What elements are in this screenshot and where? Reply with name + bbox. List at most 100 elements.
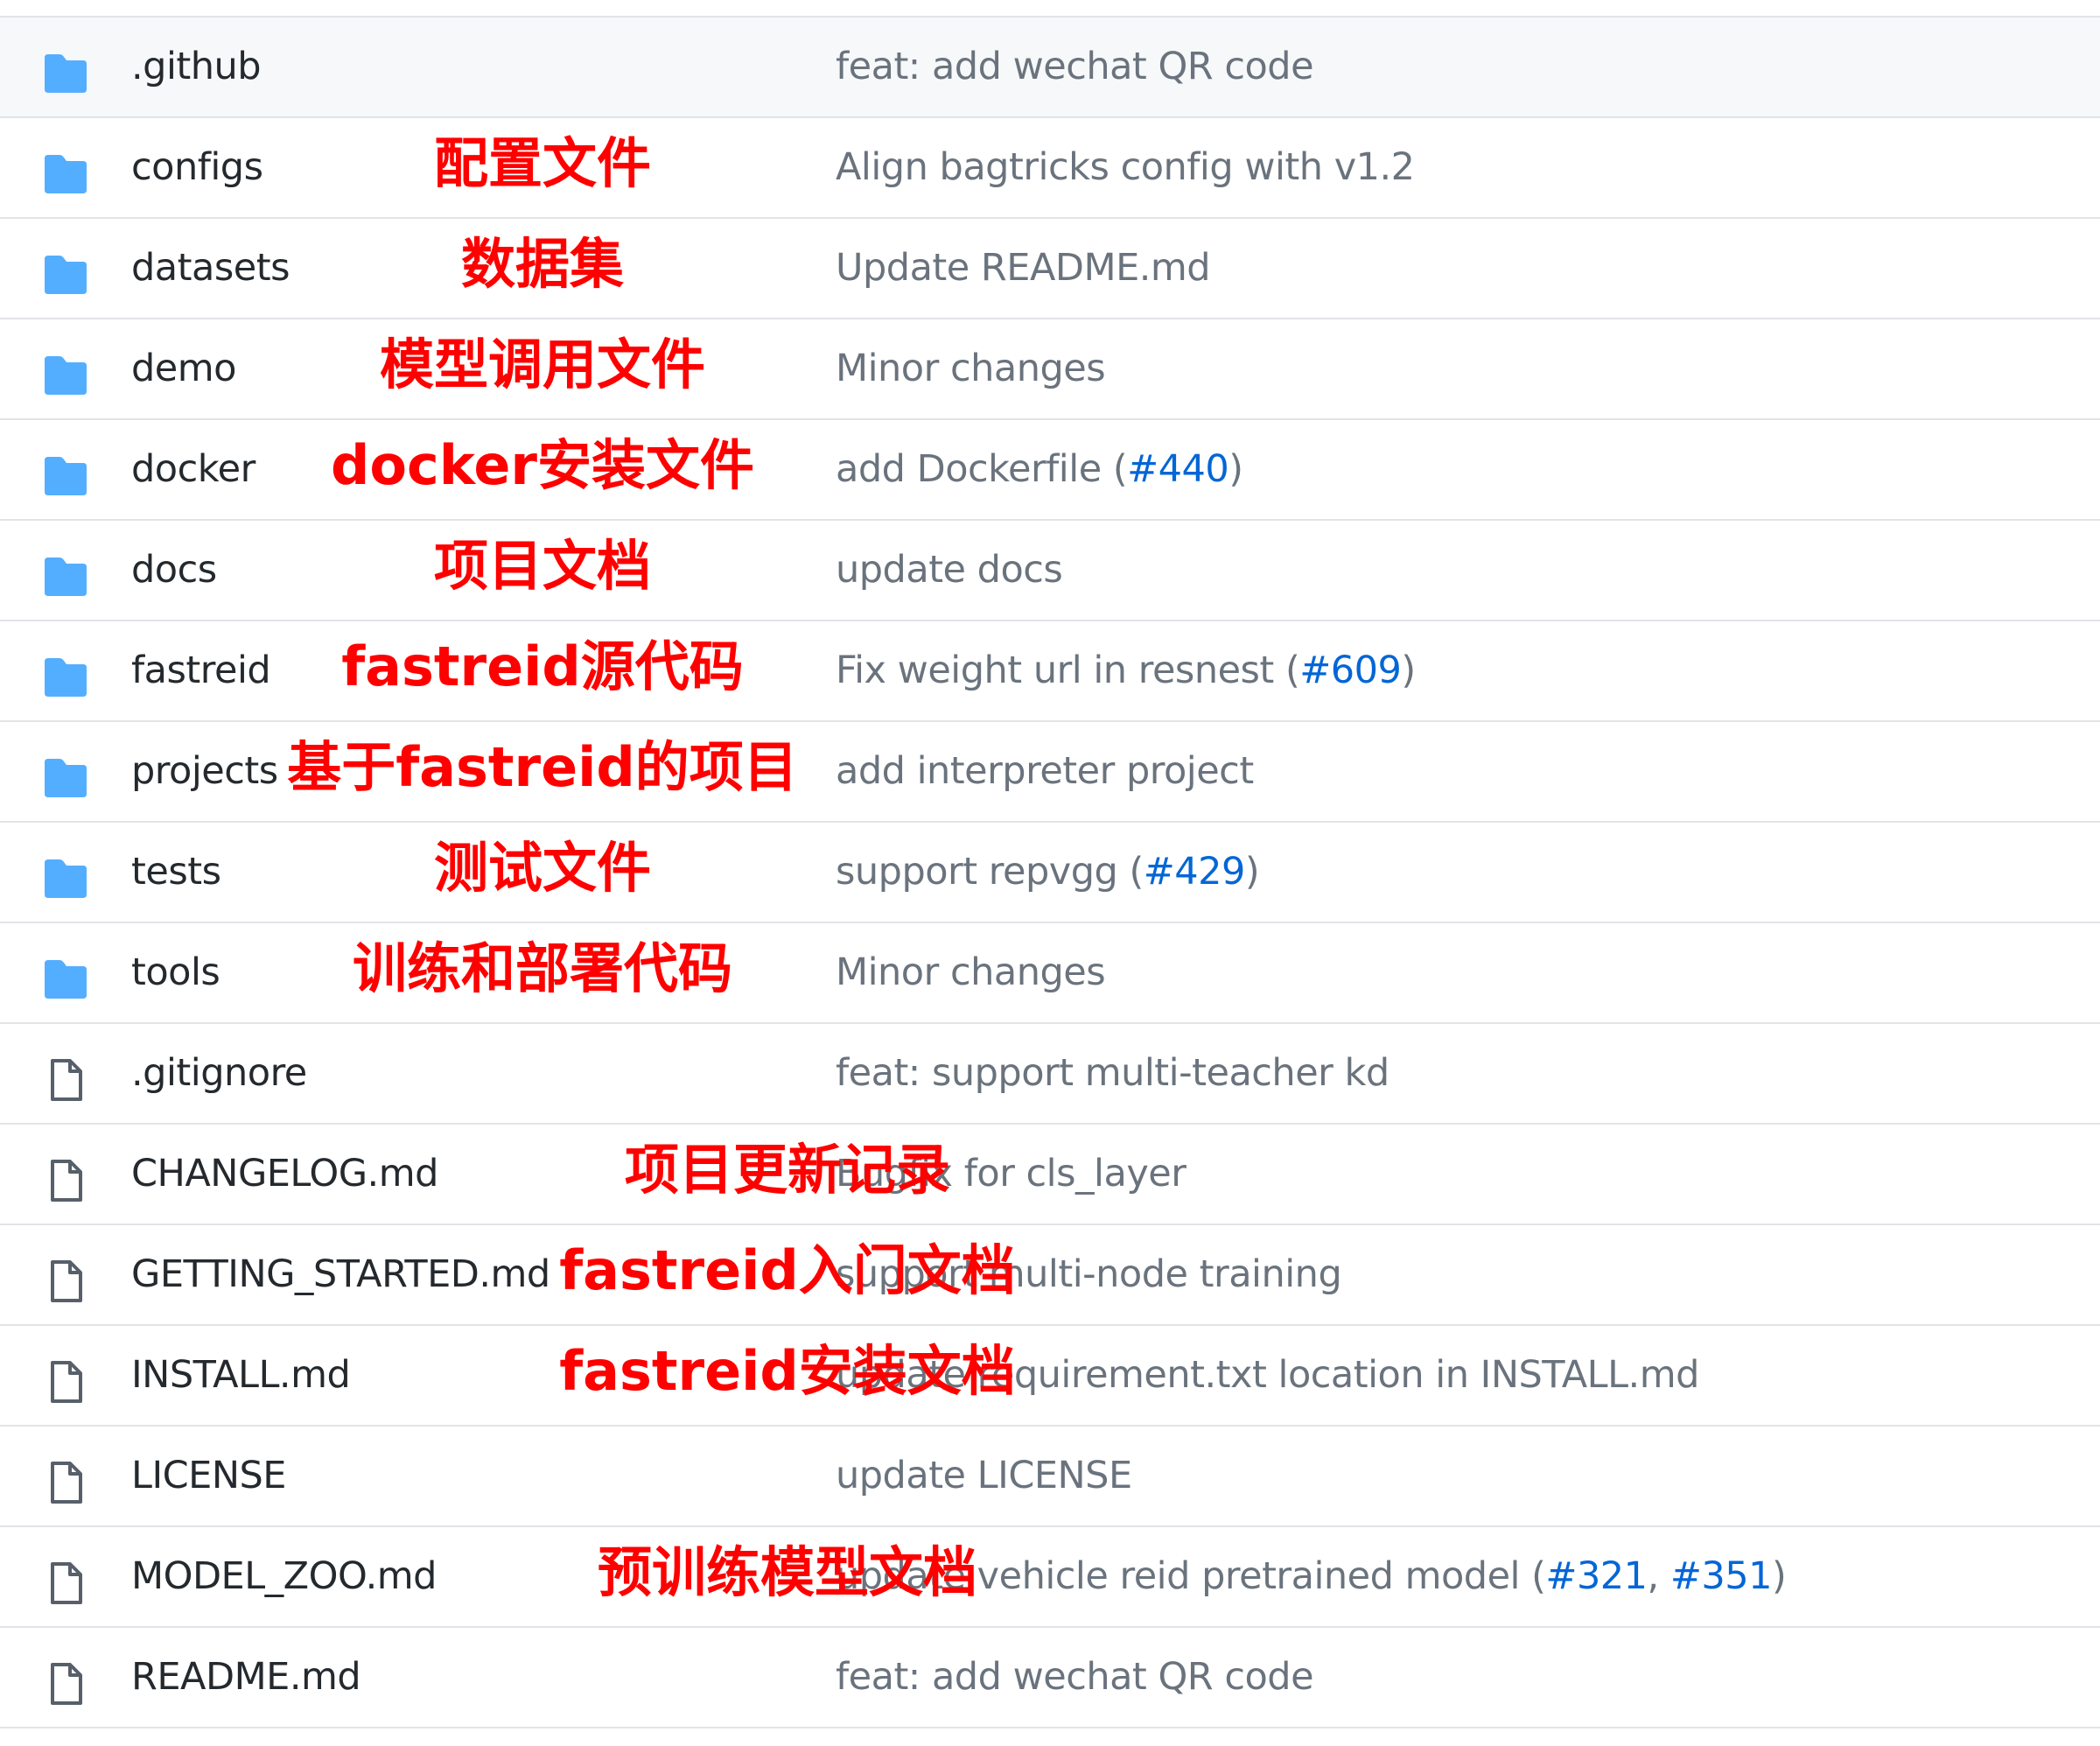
commit-message-end: ) (1244, 850, 1260, 894)
file-name-link[interactable]: fastreid (131, 621, 271, 720)
file-icon (42, 1663, 89, 1705)
file-row[interactable]: GETTING_STARTED.md support multi-node tra… (0, 1225, 2100, 1326)
annotation-label: fastreid入门文档 (559, 1238, 1016, 1302)
file-row[interactable]: demo Minor changes 模型调用文件 (0, 319, 2100, 420)
file-name-link[interactable]: projects (131, 722, 278, 821)
annotation-label: fastreid源代码 (341, 635, 744, 698)
commit-message[interactable]: add Dockerfile (#440) (836, 420, 1243, 519)
folder-icon (42, 455, 89, 497)
file-icon (42, 1462, 89, 1504)
folder-icon (42, 958, 89, 1000)
file-name-link[interactable]: docker (131, 420, 256, 519)
folder-icon (42, 153, 89, 195)
file-icon (42, 1160, 89, 1202)
file-row[interactable]: CHANGELOG.md Bugfix for cls_layer 项目更新记录 (0, 1125, 2100, 1225)
commit-message-text[interactable]: feat: add wechat QR code (836, 45, 1314, 88)
commit-message-text[interactable]: support repvgg ( (836, 850, 1144, 894)
annotation-label: 项目更新记录 (624, 1138, 951, 1202)
file-row[interactable]: projects add interpreter project 基于fastrei… (0, 722, 2100, 823)
file-name-link[interactable]: datasets (131, 219, 290, 318)
commit-message-text[interactable]: feat: support multi-teacher kd (836, 1051, 1390, 1095)
file-row[interactable]: docker add Dockerfile (#440) docker安装文件 (0, 420, 2100, 521)
folder-icon (42, 757, 89, 799)
pull-request-link[interactable]: #429 (1144, 850, 1246, 894)
file-row[interactable]: .gitignore feat: support multi-teacher kd (0, 1024, 2100, 1125)
commit-message[interactable]: add interpreter project (836, 722, 1254, 821)
commit-message[interactable]: update docs (836, 521, 1063, 620)
file-row[interactable]: .github feat: add wechat QR code (0, 18, 2100, 118)
file-icon (42, 1361, 89, 1403)
commit-message-text[interactable]: update LICENSE (836, 1454, 1132, 1497)
commit-message-end: ) (1401, 649, 1416, 692)
commit-message-end: ) (1771, 1554, 1787, 1598)
commit-message[interactable]: Minor changes (836, 319, 1106, 418)
annotation-label: 模型调用文件 (379, 333, 706, 396)
file-row[interactable]: fastreid Fix weight url in resnest (#609)… (0, 621, 2100, 722)
pull-request-link[interactable]: #609 (1299, 649, 1402, 692)
annotation-label: 测试文件 (433, 836, 652, 900)
file-name-link[interactable]: tools (131, 923, 220, 1022)
commit-message-separator: , (1647, 1554, 1670, 1598)
file-name-link[interactable]: demo (131, 319, 236, 418)
annotation-label: 数据集 (460, 232, 625, 296)
folder-icon (42, 53, 89, 95)
annotation-label: 配置文件 (433, 131, 652, 195)
file-icon (42, 1059, 89, 1101)
commit-message[interactable]: Fix weight url in resnest (#609) (836, 621, 1416, 720)
commit-message[interactable]: feat: support multi-teacher kd (836, 1024, 1390, 1123)
commit-message-text[interactable]: Fix weight url in resnest ( (836, 649, 1300, 692)
commit-message[interactable]: update vehicle reid pretrained model (#3… (836, 1527, 1787, 1626)
file-row[interactable]: configs Align bagtricks config with v1.2 配… (0, 118, 2100, 219)
annotation-label: 预训练模型文档 (597, 1540, 978, 1604)
file-icon (42, 1562, 89, 1604)
commit-message[interactable]: support repvgg (#429) (836, 823, 1260, 922)
pull-request-link[interactable]: #321 (1545, 1554, 1648, 1598)
file-list: .github feat: add wechat QR code configs Al… (0, 16, 2100, 1728)
commit-message[interactable]: Update README.md (836, 219, 1211, 318)
commit-message-text[interactable]: Minor changes (836, 950, 1106, 994)
commit-message[interactable]: Align bagtricks config with v1.2 (836, 118, 1415, 217)
annotation-label: docker安装文件 (331, 433, 754, 497)
file-row[interactable]: tests support repvgg (#429) 测试文件 (0, 823, 2100, 923)
commit-message-text[interactable]: feat: add wechat QR code (836, 1655, 1314, 1699)
commit-message-text[interactable]: update docs (836, 548, 1063, 592)
commit-message[interactable]: feat: add wechat QR code (836, 18, 1314, 116)
file-row[interactable]: INSTALL.md update requirement.txt locatio… (0, 1326, 2100, 1427)
commit-message-end: ) (1228, 447, 1243, 491)
file-name-link[interactable]: MODEL_ZOO.md (131, 1527, 437, 1626)
commit-message-text[interactable]: Align bagtricks config with v1.2 (836, 145, 1415, 189)
commit-message-text[interactable]: Update README.md (836, 246, 1211, 290)
annotation-label: 训练和部署代码 (352, 936, 733, 1000)
annotation-label: fastreid安装文档 (559, 1339, 1016, 1403)
commit-message[interactable]: feat: add wechat QR code (836, 1628, 1314, 1727)
annotation-label: 基于fastreid的项目 (287, 735, 798, 799)
file-name-link[interactable]: .github (131, 18, 262, 116)
file-row[interactable]: README.md feat: add wechat QR code (0, 1628, 2100, 1728)
file-name-link[interactable]: configs (131, 118, 263, 217)
commit-message-text[interactable]: add Dockerfile ( (836, 447, 1128, 491)
commit-message[interactable]: update LICENSE (836, 1427, 1132, 1525)
pull-request-link[interactable]: #351 (1670, 1554, 1773, 1598)
file-row[interactable]: datasets Update README.md 数据集 (0, 219, 2100, 319)
file-row[interactable]: LICENSE update LICENSE (0, 1427, 2100, 1527)
file-name-link[interactable]: GETTING_STARTED.md (131, 1225, 550, 1324)
file-name-link[interactable]: LICENSE (131, 1427, 286, 1525)
file-name-link[interactable]: tests (131, 823, 221, 922)
commit-message-text[interactable]: add interpreter project (836, 749, 1254, 793)
annotation-label: 项目文档 (433, 534, 652, 598)
folder-icon (42, 858, 89, 900)
commit-message[interactable]: Minor changes (836, 923, 1106, 1022)
commit-message-text[interactable]: Minor changes (836, 347, 1106, 390)
file-row[interactable]: MODEL_ZOO.md update vehicle reid pretrain… (0, 1527, 2100, 1628)
folder-icon (42, 556, 89, 598)
file-name-link[interactable]: .gitignore (131, 1024, 307, 1123)
file-row[interactable]: docs update docs 项目文档 (0, 521, 2100, 621)
file-name-link[interactable]: INSTALL.md (131, 1326, 351, 1425)
file-name-link[interactable]: docs (131, 521, 217, 620)
file-name-link[interactable]: README.md (131, 1628, 361, 1727)
file-row[interactable]: tools Minor changes 训练和部署代码 (0, 923, 2100, 1024)
folder-icon (42, 656, 89, 698)
file-icon (42, 1260, 89, 1302)
file-name-link[interactable]: CHANGELOG.md (131, 1125, 438, 1224)
pull-request-link[interactable]: #440 (1127, 447, 1229, 491)
